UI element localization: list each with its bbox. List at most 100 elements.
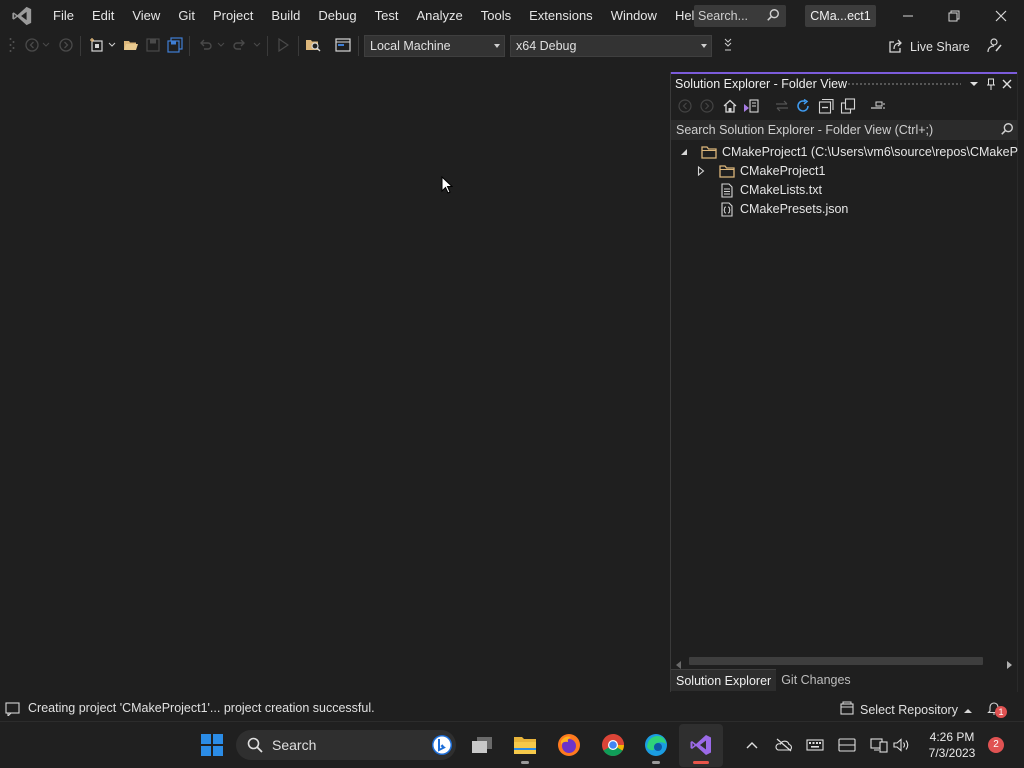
refresh-icon[interactable] [795, 98, 811, 114]
menu-window[interactable]: Window [602, 0, 666, 32]
text-file-icon [721, 183, 733, 198]
menu-project[interactable]: Project [204, 0, 262, 32]
menu-edit[interactable]: Edit [83, 0, 123, 32]
message-icon[interactable] [5, 702, 20, 719]
display-icon[interactable] [838, 736, 856, 754]
forward-icon [699, 98, 715, 114]
windows-start-icon[interactable] [199, 732, 225, 758]
editor-area[interactable] [0, 62, 668, 694]
file-explorer-icon[interactable] [512, 732, 538, 758]
menu-git[interactable]: Git [169, 0, 204, 32]
visual-studio-logo-icon[interactable] [0, 0, 44, 32]
chrome-icon[interactable] [600, 732, 626, 758]
menu-tools[interactable]: Tools [472, 0, 520, 32]
feature-search-box[interactable]: Search... [694, 5, 786, 27]
drag-grip[interactable] [847, 82, 961, 87]
notification-count-badge: 1 [995, 706, 1007, 718]
show-all-files-icon[interactable] [840, 98, 856, 114]
toolbar-grip-icon[interactable] [8, 37, 16, 53]
visual-studio-icon[interactable] [688, 732, 714, 758]
toolbar-separator [358, 36, 359, 56]
tree-item-file[interactable]: CMakeLists.txt [671, 181, 1018, 200]
search-icon [247, 737, 263, 756]
pin-icon[interactable] [984, 77, 998, 91]
json-file-icon [721, 202, 733, 217]
notification-center-badge[interactable]: 2 [988, 737, 1004, 753]
switch-views-icon[interactable] [743, 98, 759, 114]
open-folder-icon[interactable] [123, 37, 139, 53]
menu-debug[interactable]: Debug [309, 0, 365, 32]
collapse-all-icon[interactable] [818, 98, 834, 114]
chevron-down-icon[interactable] [967, 77, 981, 91]
chevron-down-icon[interactable] [106, 37, 118, 53]
keyboard-icon[interactable] [806, 736, 824, 754]
navigate-forward-icon[interactable] [58, 37, 74, 53]
feedback-icon[interactable] [987, 37, 1003, 53]
start-debugging-icon [275, 37, 291, 53]
task-view-icon[interactable] [469, 732, 495, 758]
clock-date: 7/3/2023 [928, 746, 976, 760]
solution-explorer-search[interactable]: Search Solution Explorer - Folder View (… [671, 120, 1018, 140]
status-message: Creating project 'CMakeProject1'... proj… [28, 701, 375, 715]
chevron-up-icon[interactable] [743, 736, 761, 754]
feature-search-placeholder: Search... [698, 9, 749, 23]
tree-item-root[interactable]: CMakeProject1 (C:\Users\vm6\source\repos… [671, 143, 1018, 162]
menu-test[interactable]: Test [366, 0, 408, 32]
select-repository-button[interactable]: Select Repository [840, 701, 972, 718]
tab-git-changes[interactable]: Git Changes [776, 669, 855, 691]
home-icon[interactable] [722, 98, 738, 114]
volume-icon[interactable] [893, 736, 911, 754]
tree-item-root-label: CMakeProject1 (C:\Users\vm6\source\repos… [722, 145, 1018, 159]
taskbar-clock[interactable]: 4:26 PM 7/3/2023 [920, 729, 984, 761]
debug-target-dropdown[interactable]: Local Machine [364, 35, 505, 57]
minimize-icon[interactable] [885, 0, 931, 32]
tab-solution-explorer[interactable]: Solution Explorer [671, 669, 777, 691]
running-indicator [652, 761, 660, 764]
navigate-back-icon[interactable] [24, 37, 40, 53]
onedrive-icon[interactable] [775, 736, 793, 754]
live-share-button[interactable]: Live Share [888, 38, 970, 56]
edge-icon[interactable] [643, 732, 669, 758]
tree-item-file[interactable]: CMakePresets.json [671, 200, 1018, 219]
menu-build[interactable]: Build [262, 0, 309, 32]
menu-file[interactable]: File [44, 0, 83, 32]
horizontal-scrollbar[interactable] [675, 654, 1013, 669]
select-repository-label: Select Repository [860, 702, 958, 717]
properties-icon[interactable] [870, 98, 886, 114]
new-project-icon[interactable] [89, 37, 105, 53]
expanded-arrow-icon[interactable] [679, 147, 689, 157]
notifications-button[interactable]: 1 [986, 700, 1010, 718]
menu-analyze[interactable]: Analyze [407, 0, 471, 32]
firefox-icon[interactable] [556, 732, 582, 758]
collapsed-arrow-icon[interactable] [696, 166, 706, 176]
menu-extensions[interactable]: Extensions [520, 0, 602, 32]
restore-icon[interactable] [931, 0, 977, 32]
tree-item-folder[interactable]: CMakeProject1 [671, 162, 1018, 181]
chevron-down-icon [251, 37, 263, 53]
network-icon[interactable] [870, 736, 888, 754]
chevron-down-icon[interactable] [40, 37, 52, 53]
taskbar-search-box[interactable]: Search [236, 730, 456, 760]
close-icon[interactable] [1000, 77, 1014, 91]
window-layout-icon[interactable] [335, 37, 351, 53]
solution-explorer-panel: Solution Explorer - Folder View Search S… [670, 72, 1018, 692]
configuration-value: x64 Debug [516, 39, 577, 53]
menu-view[interactable]: View [123, 0, 169, 32]
back-icon [677, 98, 693, 114]
project-name-badge[interactable]: CMa...ect1 [805, 5, 876, 27]
tree-item-file-label: CMakeLists.txt [740, 183, 822, 197]
bing-icon[interactable] [431, 734, 453, 759]
scrollbar-thumb[interactable] [689, 657, 983, 665]
solution-explorer-titlebar[interactable]: Solution Explorer - Folder View [671, 72, 1017, 94]
search-icon [766, 8, 780, 25]
configuration-dropdown[interactable]: x64 Debug [510, 35, 712, 57]
find-in-folder-icon[interactable] [305, 37, 321, 53]
debug-target-value: Local Machine [370, 39, 451, 53]
solution-explorer-toolbar [671, 94, 1017, 118]
toolbar-overflow-icon[interactable] [720, 37, 736, 53]
repository-icon [840, 701, 854, 718]
chevron-down-icon [494, 44, 500, 48]
close-icon[interactable] [978, 0, 1024, 32]
save-all-icon[interactable] [167, 37, 183, 53]
live-share-label: Live Share [910, 40, 970, 54]
